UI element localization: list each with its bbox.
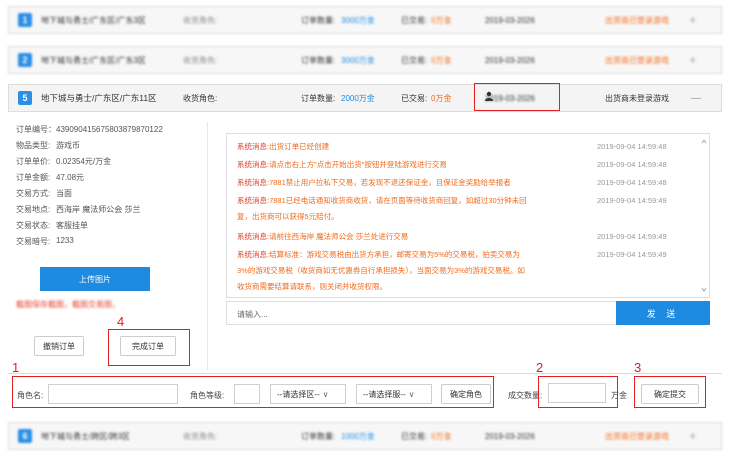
row-count-value: 1000万金 [341, 431, 375, 441]
expand-icon[interactable]: + [689, 428, 697, 443]
row-count-label: 订单数量: [301, 15, 336, 25]
row-traded-label: 已交易: [401, 15, 428, 25]
message-time: 2019-09-04 14:59:48 [597, 160, 667, 169]
item-type-label: 物品类型: [16, 141, 51, 150]
row-status: 出货商已登录游戏 [605, 431, 669, 441]
row-title: 地下城与勇士/广东区/广东3区 [41, 15, 146, 25]
row-count-value: 3000万金 [341, 55, 375, 65]
item-type-value: 游戏币 [56, 141, 80, 150]
place-label: 交易地点: [16, 205, 51, 214]
annotation-box-2 [538, 376, 618, 408]
row-traded-value: 0万金 [431, 15, 452, 25]
row-count-label: 订单数量: [301, 93, 336, 103]
code-value: 1233 [56, 236, 74, 245]
annotation-box-3 [634, 376, 706, 408]
row-traded-label: 已交易: [401, 93, 428, 103]
row-count-label: 订单数量: [301, 55, 336, 65]
row-status: 出货商已登录游戏 [605, 15, 669, 25]
unit-price-value: 0.02354元/万金 [56, 157, 112, 166]
annotation-box-4 [108, 329, 190, 366]
message-time: 2019-09-04 14:59:48 [597, 142, 667, 151]
row-title: 地下城与勇士/广东区/广东3区 [41, 55, 146, 65]
row-count-value: 3000万金 [341, 15, 375, 25]
message-item: 系统消息:请前往西海岸 魔法师公会 莎兰处进行交易 [237, 232, 409, 241]
row-date: 2019-03-2026 [485, 431, 535, 441]
row-number: 6 [18, 429, 32, 443]
upload-image-button[interactable]: 上传图片 [40, 267, 150, 291]
annotation-number-1: 1 [12, 360, 20, 375]
message-continuation: 收货商需要结算请联系，则关闭并收货权限。 [237, 282, 387, 291]
upload-note: 截图保存截图，截图交易图， [16, 300, 120, 309]
place-value: 西海岸 魔法师公会 莎兰 [56, 205, 141, 214]
row-number: 5 [18, 91, 32, 105]
order-row[interactable]: 2 地下城与勇士/广东区/广东3区 收货角色: 订单数量: 3000万金 已交易… [8, 46, 722, 74]
person-icon [485, 91, 493, 101]
row-count-value: 2000万金 [341, 93, 375, 103]
collapse-icon[interactable]: — [691, 93, 701, 104]
message-item: 系统消息:请点击右上方"点击开始出货"按钮并登陆游戏进行交易 [237, 160, 447, 169]
row-traded-value: 0万金 [431, 431, 452, 441]
order-number: 订单编号：4390904156758038798701​22 [16, 125, 163, 134]
message-item: 系统消息:7881已经电话通知收货商收货，请在页面等待收货商回复，如超过30分钟… [237, 196, 527, 205]
order-row[interactable]: 6 地下城与勇士/跨区/跨3区 收货角色: 订单数量: 1000万金 已交易: … [8, 422, 722, 450]
row-role: 收货角色: [183, 55, 218, 65]
row-status: 出货商已登录游戏 [605, 55, 669, 65]
row-date: 2019-03-2026 [485, 15, 535, 25]
row-title: 地下城与勇士/广东区/广东11区 [41, 93, 157, 103]
row-date: 2019-03-2026 [485, 55, 535, 65]
message-input-placeholder: 请输入... [237, 310, 268, 319]
code-label: 交易暗号: [16, 237, 51, 246]
amount-value: 47.08元 [56, 173, 85, 182]
state-value: 客服挂单 [56, 221, 88, 230]
row-role: 收货角色: [183, 431, 218, 441]
method-label: 交易方式: [16, 189, 51, 198]
row-status: 出货商未登录游戏 [605, 93, 669, 103]
message-continuation: 3%的游戏交易税（收货商如无优惠券自行承担损失），当面交易为3%的游戏交易税。如 [237, 266, 525, 275]
method-value: 当面 [56, 189, 72, 198]
message-time: 2019-09-04 14:59:48 [597, 178, 667, 187]
row-role: 收货角色: [183, 15, 218, 25]
row-traded-value: 0万金 [431, 93, 452, 103]
row-title: 地下城与勇士/跨区/跨3区 [41, 431, 130, 441]
row-number: 1 [18, 13, 32, 27]
annotation-number-4: 4 [117, 314, 125, 329]
message-item: 系统消息:出货订单已经创建 [237, 142, 330, 151]
annotation-number-2: 2 [536, 360, 544, 375]
message-time: 2019-09-04 14:59:49 [597, 250, 667, 259]
row-count-label: 订单数量: [301, 431, 336, 441]
scrollbar[interactable] [701, 138, 707, 293]
row-traded-value: 0万金 [431, 55, 452, 65]
annotation-box-1 [12, 376, 494, 408]
amount-label: 订单金额: [16, 173, 51, 182]
state-label: 交易状态: [16, 221, 51, 230]
active-order-row[interactable]: 5 地下城与勇士/广东区/广东11区 收货角色: 订单数量: 2000万金 已交… [8, 84, 722, 112]
message-time: 2019-09-04 14:59:49 [597, 196, 667, 205]
row-number: 2 [18, 53, 32, 67]
row-traded-label: 已交易: [401, 431, 428, 441]
row-role: 收货角色: [183, 93, 218, 103]
message-time: 2019-09-04 14:59:49 [597, 232, 667, 241]
send-button[interactable]: 发 送 [616, 301, 710, 325]
expand-icon[interactable]: + [689, 12, 697, 27]
message-item: 系统消息:结算标准：游戏交易税由出货方承担，邮寄交易为5%的交易税，拍卖交易为 [237, 250, 520, 259]
order-row[interactable]: 1 地下城与勇士/广东区/广东3区 收货角色: 订单数量: 3000万金 已交易… [8, 6, 722, 34]
cancel-order-button[interactable]: 撤销订单 [34, 336, 84, 356]
row-traded-label: 已交易: [401, 55, 428, 65]
expand-icon[interactable]: + [689, 52, 697, 67]
message-continuation: 复，出货商可以获得5元赔付。 [237, 212, 339, 221]
annotation-number-3: 3 [634, 360, 642, 375]
unit-price-label: 订单单价: [16, 157, 51, 166]
message-item: 系统消息:7881禁止用户拉私下交易，若发现不退还保证金，且保证金奖励给举报者 [237, 178, 511, 187]
message-log[interactable]: 系统消息:出货订单已经创建 2019-09-04 14:59:48 系统消息:请… [226, 133, 710, 298]
